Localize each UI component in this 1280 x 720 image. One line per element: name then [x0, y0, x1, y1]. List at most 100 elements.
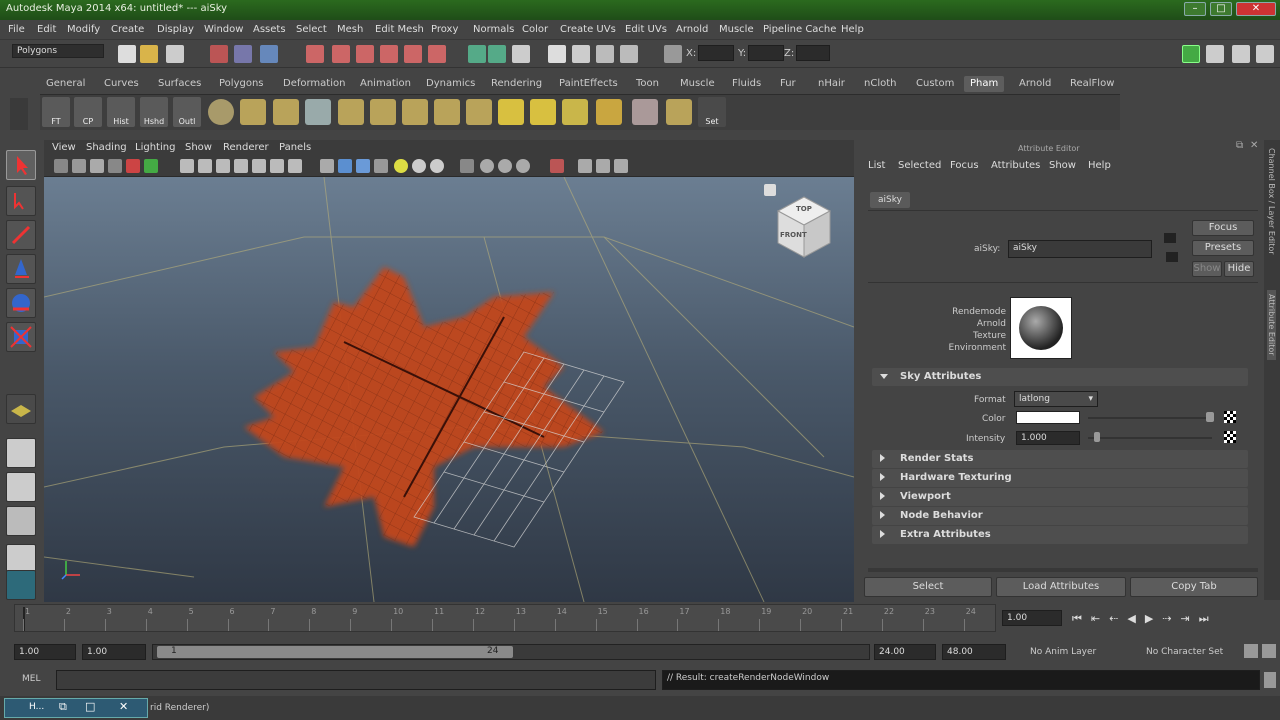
tab-deformation[interactable]: Deformation	[283, 78, 345, 89]
mel-label[interactable]: MEL	[22, 674, 40, 684]
layout-persp-outliner-icon[interactable]	[6, 506, 36, 536]
step-back-frame-icon[interactable]: ⇠	[1109, 612, 1127, 625]
menu-select[interactable]: Select	[296, 24, 327, 35]
viewport-scene[interactable]: TOP FRONT	[43, 176, 855, 603]
step-back-key-icon[interactable]: ⇤	[1091, 612, 1109, 625]
step-forward-frame-icon[interactable]: ⇢	[1162, 612, 1180, 625]
time-slider-track[interactable]: 1 2 3 4 5 6 7 8 9 10 11 12 13 14 15 16 17 18 19 20 21 22 23 24	[14, 604, 996, 632]
field-chart-icon[interactable]	[252, 159, 266, 173]
intensity-field[interactable]: 1.000	[1016, 431, 1080, 445]
wireframe-on-shaded-icon[interactable]	[356, 159, 370, 173]
smooth-shade-icon[interactable]	[338, 159, 352, 173]
tab-nhair[interactable]: nHair	[818, 78, 845, 89]
tab-fur[interactable]: Fur	[780, 78, 796, 89]
film-gate-icon[interactable]	[198, 159, 212, 173]
ae-node-tab[interactable]: aiSky	[870, 192, 910, 208]
color-slider-track[interactable]	[1088, 417, 1212, 419]
ae-node-name-field[interactable]: aiSky	[1008, 240, 1152, 258]
grid-icon[interactable]	[180, 159, 194, 173]
playback-controls[interactable]: ⏮⇤⇠◀▶⇢⇥⏭	[1072, 612, 1218, 626]
select-hierarchy-icon[interactable]	[210, 45, 228, 63]
material-swatch[interactable]	[1010, 297, 1072, 359]
motion-blur-icon[interactable]	[550, 159, 564, 173]
shelf-script-icon[interactable]	[402, 99, 428, 125]
camera-icon[interactable]	[54, 159, 68, 173]
color-map-button-icon[interactable]	[1224, 411, 1236, 423]
character-key-icon[interactable]	[1244, 644, 1258, 658]
menu-edit-uvs[interactable]: Edit UVs	[625, 24, 667, 35]
vp-menu-shading[interactable]: Shading	[86, 142, 127, 153]
move-tool-icon[interactable]	[6, 254, 36, 284]
anim-prefs-icon[interactable]	[1262, 644, 1276, 658]
tab-polygons[interactable]: Polygons	[219, 78, 264, 89]
ae-menu-show[interactable]: Show	[1049, 160, 1076, 171]
xray-joints-icon[interactable]	[480, 159, 494, 173]
extra-attributes-header[interactable]: Extra Attributes	[872, 526, 1248, 544]
tab-fluids[interactable]: Fluids	[732, 78, 761, 89]
menu-window[interactable]: Window	[204, 24, 243, 35]
snap-curve-icon[interactable]	[332, 45, 350, 63]
shelf-script-icon[interactable]	[273, 99, 299, 125]
tab-arnold[interactable]: Arnold	[1019, 78, 1051, 89]
play-backward-icon[interactable]: ◀	[1127, 612, 1144, 625]
current-frame-field[interactable]: 1.00	[1002, 610, 1062, 626]
tool-settings-toggle-icon[interactable]	[1232, 45, 1250, 63]
intensity-slider-track[interactable]	[1088, 437, 1212, 439]
hide-button[interactable]: Hide	[1224, 261, 1254, 277]
command-input[interactable]	[56, 670, 656, 690]
hardware-texturing-header[interactable]: Hardware Texturing	[872, 469, 1248, 487]
menu-color[interactable]: Color	[522, 24, 548, 35]
history-icon[interactable]	[428, 45, 446, 63]
tab-painteffects[interactable]: PaintEffects	[559, 78, 618, 89]
playback-end-field[interactable]: 24.00	[874, 644, 936, 660]
vp-menu-panels[interactable]: Panels	[279, 142, 311, 153]
layout-single-icon[interactable]	[6, 438, 36, 468]
tab-custom[interactable]: Custom	[916, 78, 954, 89]
layout-four-icon[interactable]	[6, 472, 36, 502]
shelf-button-outl[interactable]: Outl	[173, 97, 201, 127]
shelf-button-hist[interactable]: Hist	[107, 97, 135, 127]
render-stats-header[interactable]: Render Stats	[872, 450, 1248, 468]
menu-create-uvs[interactable]: Create UVs	[560, 24, 616, 35]
wireframe-icon[interactable]	[320, 159, 334, 173]
layer-editor-toggle-icon[interactable]	[1256, 45, 1274, 63]
copy-tab-button[interactable]: Copy Tab	[1130, 577, 1258, 597]
maximize-button[interactable]: □	[1210, 2, 1232, 16]
save-scene-icon[interactable]	[166, 45, 184, 63]
output-ops-icon[interactable]	[488, 45, 506, 63]
tab-pham[interactable]: Pham	[964, 76, 1005, 92]
ae-menu-attributes[interactable]: Attributes	[991, 160, 1040, 171]
ae-menu-list[interactable]: List	[868, 160, 885, 171]
ae-focus-icon[interactable]	[1164, 233, 1176, 243]
shelf-script-icon[interactable]	[434, 99, 460, 125]
all-lights-icon[interactable]	[412, 159, 426, 173]
minimize-button[interactable]: –	[1184, 2, 1206, 16]
ae-presets-icon[interactable]	[1166, 252, 1178, 262]
scale-tool-icon[interactable]	[6, 322, 36, 352]
shelf-script-icon[interactable]	[498, 99, 524, 125]
z-field[interactable]	[796, 45, 830, 61]
default-light-icon[interactable]	[394, 159, 408, 173]
menu-edit-mesh[interactable]: Edit Mesh	[375, 24, 424, 35]
character-set-dropdown[interactable]: No Character Set	[1146, 647, 1223, 657]
image-plane-icon[interactable]	[108, 159, 122, 173]
range-bar-track[interactable]: 1 24	[152, 644, 870, 660]
menu-set-dropdown[interactable]: Polygons	[12, 44, 104, 58]
layout-hypershade-icon[interactable]	[6, 570, 36, 600]
tab-surfaces[interactable]: Surfaces	[158, 78, 201, 89]
ae-scrollbar[interactable]	[868, 568, 1258, 572]
shelf-script-icon[interactable]	[596, 99, 622, 125]
menu-muscle[interactable]: Muscle	[719, 24, 754, 35]
camera-attributes-icon[interactable]	[72, 159, 86, 173]
shelf-script-icon[interactable]	[530, 99, 556, 125]
shelf-button-ft[interactable]: FT	[42, 97, 70, 127]
render-frame-icon[interactable]	[572, 45, 590, 63]
multisample-icon[interactable]	[614, 159, 628, 173]
minimized-window[interactable]: H... ⧉ □ ✕	[4, 698, 148, 718]
select-component-icon[interactable]	[260, 45, 278, 63]
shelf-button-set[interactable]: Set	[698, 97, 726, 127]
close-button[interactable]: ✕	[1236, 2, 1276, 16]
vp-menu-lighting[interactable]: Lighting	[135, 142, 175, 153]
shelf-options-icon[interactable]	[10, 98, 28, 130]
shelf-script-icon[interactable]	[466, 99, 492, 125]
